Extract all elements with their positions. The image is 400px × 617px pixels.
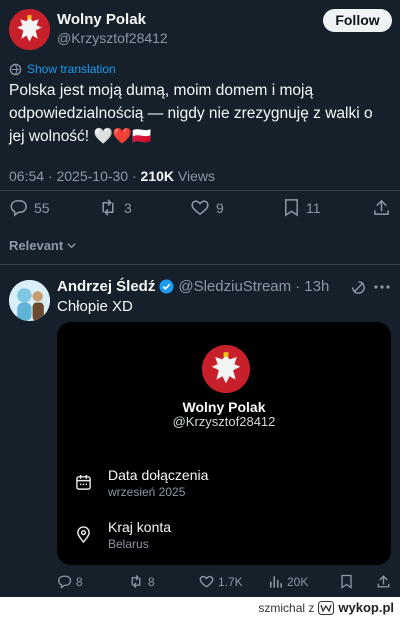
repost-icon	[102, 199, 114, 216]
more-icon	[374, 285, 390, 289]
reply-reply-button[interactable]: 8	[57, 574, 83, 589]
more-button[interactable]	[373, 283, 391, 291]
show-translation-link[interactable]: Show translation	[27, 62, 116, 76]
views-icon	[269, 576, 283, 588]
reply-icon	[10, 200, 27, 217]
grok-icon	[352, 281, 365, 294]
post-meta: 06:54 · 2025-10-30 · 210K Views	[9, 168, 215, 184]
card-handle: @Krzysztof28412	[172, 414, 276, 429]
reply-text: Chłopie XD	[57, 298, 133, 315]
reply-share-button[interactable]	[376, 574, 391, 589]
verified-badge-icon	[159, 279, 174, 294]
divider	[0, 190, 400, 191]
like-button[interactable]: 9	[190, 198, 224, 217]
reply-like-count: 1.7K	[218, 574, 243, 589]
post-body: Polska jest moją dumą, moim domem i moją…	[9, 82, 373, 145]
joined-value: wrzesień 2025	[108, 485, 186, 499]
follow-button[interactable]: Follow	[323, 9, 392, 32]
watermark-text: szmichal z wykop.pl	[258, 600, 394, 615]
eagle-avatar-icon	[9, 9, 50, 50]
views-count: 210K	[140, 168, 174, 184]
avatar-icon	[9, 280, 50, 321]
sort-dropdown[interactable]: Relevant	[9, 238, 77, 253]
like-count: 9	[216, 199, 224, 216]
card-avatar	[202, 345, 250, 393]
reply-repost-button[interactable]: 8	[128, 574, 155, 589]
wykop-logo-icon	[318, 600, 335, 615]
divider	[0, 264, 400, 265]
like-icon	[191, 200, 209, 216]
reply-repost-count: 8	[148, 574, 155, 589]
reply-views-count: 20K	[287, 574, 309, 589]
reply-header: Andrzej Śledź @SledziuStream · 13h	[57, 278, 329, 295]
reply-count: 55	[34, 199, 50, 216]
grok-button[interactable]	[350, 279, 367, 296]
repost-button[interactable]: 3	[98, 198, 132, 217]
location-icon	[77, 526, 90, 543]
sort-label: Relevant	[9, 238, 64, 253]
bookmark-icon	[285, 199, 298, 217]
reply-author-name[interactable]: Andrzej Śledź	[57, 278, 155, 295]
reply-author-handle[interactable]: @SledziuStream	[178, 278, 291, 295]
reply-button[interactable]: 55	[9, 198, 50, 217]
reply-bookmark-button[interactable]	[340, 574, 353, 589]
repost-icon	[131, 575, 141, 588]
chevron-down-icon	[67, 243, 76, 249]
reply-views-button[interactable]: 20K	[269, 574, 308, 589]
country-label: Kraj konta	[108, 519, 172, 535]
reply-like-button[interactable]: 1.7K	[199, 574, 243, 589]
translate-icon	[9, 63, 22, 75]
repost-count: 3	[124, 199, 132, 216]
author-avatar[interactable]	[9, 9, 50, 50]
share-icon	[377, 575, 390, 588]
profile-card-image[interactable]: Wolny Polak @Krzysztof28412 Data dołącze…	[57, 322, 391, 565]
calendar-icon	[76, 474, 91, 490]
share-icon	[374, 199, 389, 215]
share-button[interactable]	[372, 198, 391, 217]
watermark-user: szmichal z	[258, 600, 315, 615]
post-emoji: 🤍❤️🇵🇱	[93, 128, 152, 145]
eagle-avatar-icon	[202, 345, 250, 393]
views-label: Views	[177, 168, 215, 184]
author-name[interactable]: Wolny Polak	[57, 11, 146, 28]
reply-reply-count: 8	[76, 574, 83, 589]
post-timestamp[interactable]: 06:54 · 2025-10-30 ·	[9, 168, 137, 184]
bookmark-icon	[341, 574, 352, 589]
translation-row[interactable]: Show translation	[9, 62, 116, 76]
joined-label: Data dołączenia	[108, 467, 209, 483]
reply-avatar[interactable]	[9, 280, 50, 321]
watermark-bar: szmichal z wykop.pl	[0, 597, 400, 617]
reply-icon	[58, 575, 72, 589]
country-value: Belarus	[108, 537, 149, 551]
bookmark-button[interactable]: 11	[283, 198, 321, 217]
post-text: Polska jest moją dumą, moim domem i moją…	[9, 79, 391, 148]
watermark-site: wykop.pl	[338, 600, 394, 615]
card-name: Wolny Polak	[182, 399, 266, 415]
like-icon	[199, 575, 214, 588]
bookmark-count: 11	[306, 199, 321, 216]
author-handle[interactable]: @Krzysztof28412	[57, 30, 168, 46]
reply-time[interactable]: · 13h	[295, 278, 329, 295]
